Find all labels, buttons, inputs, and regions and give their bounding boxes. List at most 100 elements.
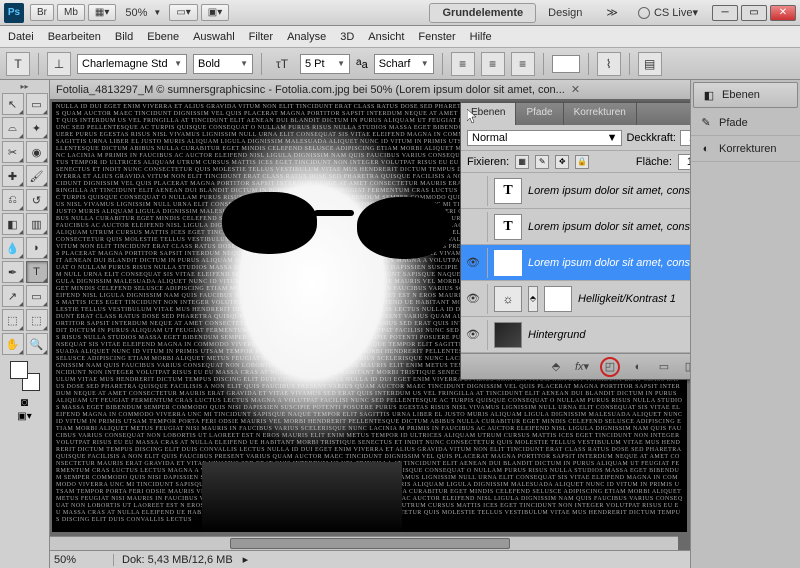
menu-3d[interactable]: 3D xyxy=(340,31,354,43)
font-size-combo[interactable]: 5 Pt▼ xyxy=(300,54,350,74)
arrange-button[interactable]: ▭▾ xyxy=(169,4,197,21)
eyedropper-tool[interactable]: ◉ xyxy=(26,141,48,163)
new-layer-icon[interactable]: ◫ xyxy=(682,359,690,375)
stamp-tool[interactable]: ⎌ xyxy=(2,189,24,211)
shape-tool[interactable]: ▭ xyxy=(26,285,48,307)
menu-bearbeiten[interactable]: Bearbeiten xyxy=(48,31,101,43)
status-docsize[interactable]: Dok: 5,43 MB/12,6 MB xyxy=(114,554,241,566)
workspace-design[interactable]: Design xyxy=(536,4,594,22)
menu-fenster[interactable]: Fenster xyxy=(418,31,455,43)
menu-filter[interactable]: Filter xyxy=(249,31,273,43)
path-tool[interactable]: ↗ xyxy=(2,285,24,307)
menu-bild[interactable]: Bild xyxy=(115,31,133,43)
marquee-tool[interactable]: ▭ xyxy=(26,93,48,115)
pen-tool[interactable]: ✒ xyxy=(2,261,24,283)
menu-ansicht[interactable]: Ansicht xyxy=(368,31,404,43)
close-tab-icon[interactable]: ✕ xyxy=(571,83,580,96)
gradient-tool[interactable]: ▥ xyxy=(26,213,48,235)
layer-row[interactable]: 👁TLorem ipsum dolor sit amet, conse... xyxy=(461,245,690,281)
menu-datei[interactable]: Datei xyxy=(8,31,34,43)
lasso-tool[interactable]: ⌓ xyxy=(2,117,24,139)
font-family-combo[interactable]: Charlemagne Std▼ xyxy=(77,54,187,74)
text-color-swatch[interactable] xyxy=(552,55,580,73)
hand-tool[interactable]: ✋ xyxy=(2,333,24,355)
crop-tool[interactable]: ✂ xyxy=(2,141,24,163)
view-extras-button[interactable]: ▦▾ xyxy=(88,4,116,21)
3d-tool[interactable]: ⬚ xyxy=(2,309,24,331)
lock-all-icon[interactable]: 🔒 xyxy=(575,155,589,169)
zoom-tool[interactable]: 🔍 xyxy=(26,333,48,355)
layer-mask-icon[interactable]: ◰ xyxy=(600,357,620,377)
tool-preset-icon[interactable]: T xyxy=(6,52,30,76)
layer-name[interactable]: Lorem ipsum dolor sit amet, conse... xyxy=(528,257,690,269)
panel-tab-ebenen[interactable]: Ebenen xyxy=(461,103,516,125)
window-close[interactable]: ✕ xyxy=(770,5,796,21)
align-center-icon[interactable]: ≡ xyxy=(481,52,505,76)
lock-transparency-icon[interactable]: ▦ xyxy=(515,155,529,169)
color-swatches[interactable] xyxy=(10,361,40,391)
layer-name[interactable]: Lorem ipsum dolor sit amet, consectet... xyxy=(528,185,690,197)
layer-fx-icon[interactable]: fx▾ xyxy=(574,359,590,375)
document-tab[interactable]: Fotolia_4813297_M © sumnersgraphicsinc -… xyxy=(50,80,690,100)
bridge-button[interactable]: Br xyxy=(30,4,54,21)
zoom-label[interactable]: 50% xyxy=(125,7,147,19)
wand-tool[interactable]: ✦ xyxy=(26,117,48,139)
warp-text-icon[interactable]: ⌇ xyxy=(597,52,621,76)
blendmode-select[interactable]: Normal▼ xyxy=(467,130,622,146)
status-zoom[interactable]: 50% xyxy=(54,554,114,566)
layer-name[interactable]: Hintergrund xyxy=(528,329,690,341)
quickmask-icon[interactable]: ◙ xyxy=(21,395,28,409)
fill-input[interactable]: 100% xyxy=(678,154,690,170)
visibility-toggle[interactable]: 👁 xyxy=(465,292,481,305)
foreground-swatch[interactable] xyxy=(10,361,28,379)
screenmode-button[interactable]: ▣▾ xyxy=(201,4,229,21)
heal-tool[interactable]: ✚ xyxy=(2,165,24,187)
lock-position-icon[interactable]: ✥ xyxy=(555,155,569,169)
align-left-icon[interactable]: ≡ xyxy=(451,52,475,76)
minibridge-button[interactable]: Mb xyxy=(57,4,85,21)
window-minimize[interactable]: ─ xyxy=(712,5,738,21)
align-right-icon[interactable]: ≡ xyxy=(511,52,535,76)
character-panel-icon[interactable]: ▤ xyxy=(638,52,662,76)
zoom-menu-icon[interactable]: ▼ xyxy=(153,8,161,17)
layer-row[interactable]: 👁☼⬘Helligkeit/Kontrast 1 xyxy=(461,281,690,317)
window-maximize[interactable]: ▭ xyxy=(741,5,767,21)
panel-tab-pfade[interactable]: Pfade xyxy=(516,103,563,125)
antialias-combo[interactable]: Scharf▼ xyxy=(374,54,434,74)
layer-row[interactable]: 👁Hintergrund🔒 xyxy=(461,317,690,353)
dock-korrekturen[interactable]: ◐Korrekturen xyxy=(691,136,800,162)
menu-auswahl[interactable]: Auswahl xyxy=(193,31,235,43)
blur-tool[interactable]: 💧 xyxy=(2,237,24,259)
orientation-icon[interactable]: ⊥ xyxy=(47,52,71,76)
horizontal-scrollbar[interactable] xyxy=(50,536,678,550)
opacity-input[interactable]: 100% xyxy=(680,130,690,146)
lock-pixels-icon[interactable]: ✎ xyxy=(535,155,549,169)
screenmode-toggle-icon[interactable]: ▣▾ xyxy=(17,411,31,422)
dodge-tool[interactable]: ◗ xyxy=(26,237,48,259)
menu-analyse[interactable]: Analyse xyxy=(287,31,326,43)
layer-row[interactable]: TLorem ipsum dolor sit amet, consectet..… xyxy=(461,173,690,209)
cslive-button[interactable]: CS Live ▾ xyxy=(638,6,698,19)
link-layers-icon[interactable]: ⬘ xyxy=(548,359,564,375)
brush-tool[interactable]: 🖌 xyxy=(26,165,48,187)
eraser-tool[interactable]: ◧ xyxy=(2,213,24,235)
adjustment-layer-icon[interactable]: ◐ xyxy=(630,359,646,375)
layer-group-icon[interactable]: ▭ xyxy=(656,359,672,375)
workspace-grundelemente[interactable]: Grundelemente xyxy=(429,3,536,23)
history-tool[interactable]: ↺ xyxy=(26,189,48,211)
layer-row[interactable]: TLorem ipsum dolor sit amet, consectet..… xyxy=(461,209,690,245)
move-tool[interactable]: ↖ xyxy=(2,93,24,115)
dock-ebenen[interactable]: ◧Ebenen xyxy=(693,82,798,108)
workspace-more[interactable]: ≫ xyxy=(594,3,630,22)
layer-name[interactable]: Helligkeit/Kontrast 1 xyxy=(578,293,690,305)
visibility-toggle[interactable]: 👁 xyxy=(465,328,481,341)
3dcam-tool[interactable]: ⬚ xyxy=(26,309,48,331)
font-weight-combo[interactable]: Bold▼ xyxy=(193,54,253,74)
menu-ebene[interactable]: Ebene xyxy=(147,31,179,43)
visibility-toggle[interactable]: 👁 xyxy=(465,256,481,269)
layer-name[interactable]: Lorem ipsum dolor sit amet, consectet... xyxy=(528,221,690,233)
type-tool[interactable]: T xyxy=(26,261,48,283)
panel-tab-korrekturen[interactable]: Korrekturen xyxy=(564,103,637,125)
menu-hilfe[interactable]: Hilfe xyxy=(470,31,492,43)
dock-pfade[interactable]: ✎Pfade xyxy=(691,110,800,136)
